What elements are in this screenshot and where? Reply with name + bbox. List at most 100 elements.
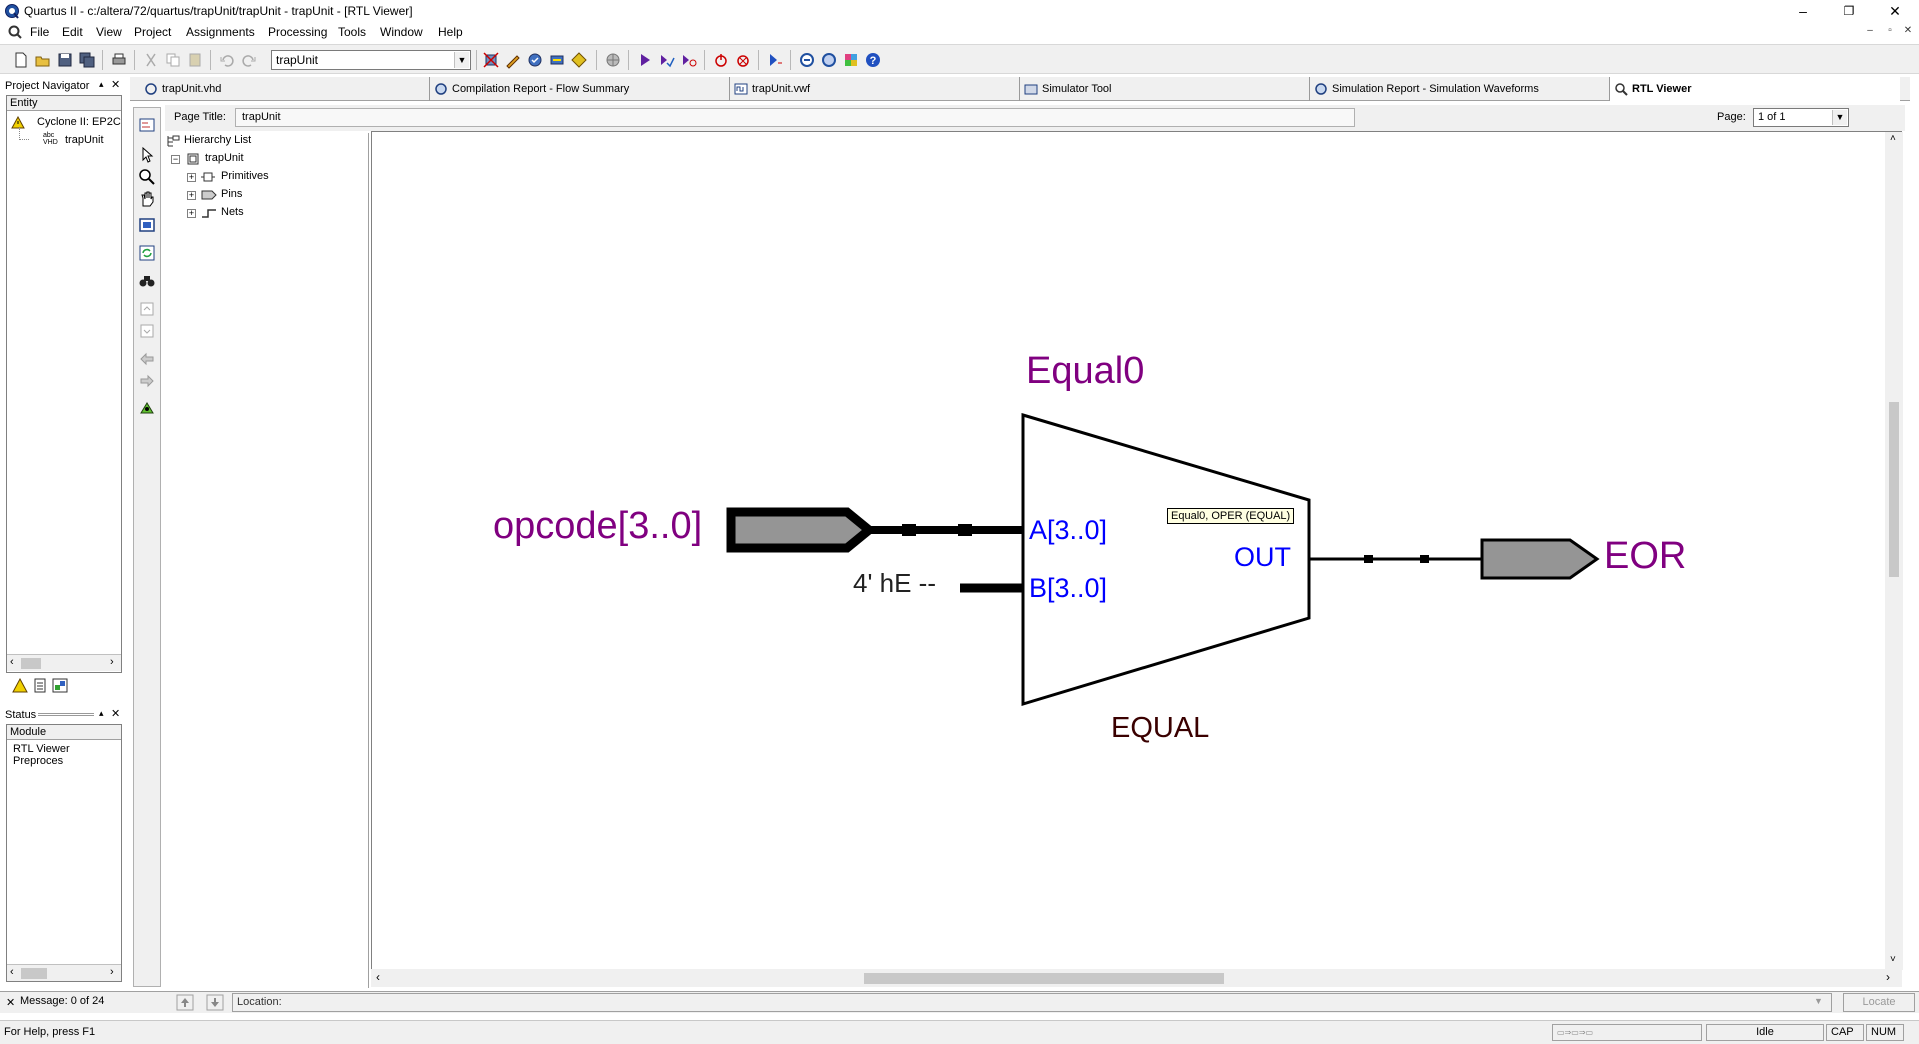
menu-help[interactable]: Help (438, 25, 463, 39)
save-icon[interactable] (56, 51, 74, 69)
status-horizontal-scrollbar[interactable]: ‹ › (7, 964, 121, 981)
entity-column-header[interactable]: Entity (7, 96, 121, 111)
collapse-icon[interactable]: − (171, 155, 180, 164)
scroll-up-icon[interactable]: ˄ (1890, 133, 1896, 144)
mdi-child-icon[interactable] (8, 25, 22, 39)
panel-pin-icon[interactable]: ▴ (99, 79, 104, 90)
mdi-close-button[interactable]: ✕ (1900, 25, 1916, 39)
hierarchy-item-nets[interactable]: + Nets (183, 205, 363, 221)
help-icon[interactable]: ? (864, 51, 882, 69)
scroll-thumb[interactable] (864, 973, 1224, 984)
tab-trapunit-vwf[interactable]: trapUnit.vwf (730, 77, 1020, 101)
analysis-synthesis-icon[interactable] (658, 51, 676, 69)
menu-project[interactable]: Project (134, 25, 171, 39)
start-compilation-icon[interactable] (636, 51, 654, 69)
chevron-down-icon[interactable]: ▼ (1832, 110, 1847, 125)
tab-compilation-report[interactable]: Compilation Report - Flow Summary (430, 77, 730, 101)
open-folder-icon[interactable] (34, 51, 52, 69)
redo-icon[interactable] (240, 51, 258, 69)
forward-icon[interactable] (138, 372, 156, 390)
signaltap-icon[interactable] (820, 51, 838, 69)
scroll-thumb[interactable] (21, 658, 41, 669)
hierarchy-up-icon[interactable] (138, 300, 156, 318)
restore-button[interactable]: ❐ (1826, 0, 1872, 22)
cut-icon[interactable] (142, 51, 160, 69)
scroll-right-icon[interactable]: › (1886, 970, 1890, 984)
panel-close-icon[interactable]: ✕ (111, 78, 120, 91)
design-units-tab-icon[interactable] (52, 678, 68, 693)
entity-tree-item[interactable]: abc VHD trapUnit (19, 127, 119, 149)
canvas-vertical-scrollbar[interactable]: ˄ ˅ (1885, 132, 1903, 970)
save-all-icon[interactable] (78, 51, 96, 69)
page-title-field[interactable]: trapUnit (235, 108, 1355, 127)
hierarchy-down-icon[interactable] (138, 322, 156, 340)
paste-icon[interactable] (186, 51, 204, 69)
scroll-right-icon[interactable]: › (110, 656, 114, 668)
locate-button[interactable]: Locate (1843, 993, 1915, 1012)
hierarchy-item-primitives[interactable]: + Primitives (183, 169, 363, 185)
menu-view[interactable]: View (96, 25, 122, 39)
settings-icon[interactable] (548, 51, 566, 69)
page-select[interactable]: 1 of 1 ▼ (1753, 108, 1849, 127)
refresh-icon[interactable] (138, 244, 156, 262)
menu-processing[interactable]: Processing (268, 25, 327, 39)
copy-icon[interactable] (164, 51, 182, 69)
fit-in-window-icon[interactable] (138, 216, 156, 234)
files-tab-icon[interactable] (32, 678, 48, 693)
scroll-right-icon[interactable]: › (110, 966, 114, 978)
rtl-viewer-icon[interactable] (138, 116, 156, 134)
message-close-icon[interactable]: ✕ (6, 996, 15, 1009)
stop-simulation-icon[interactable] (734, 51, 752, 69)
close-button[interactable]: ✕ (1872, 0, 1918, 22)
location-field[interactable]: Location: ▼ (232, 993, 1832, 1012)
tab-rtl-viewer[interactable]: RTL Viewer (1610, 77, 1900, 101)
mdi-minimize-button[interactable]: – (1862, 25, 1878, 39)
panel-pin-icon[interactable]: ▴ (99, 708, 104, 719)
zoom-tool-icon[interactable] (138, 168, 156, 186)
input-pin-opcode[interactable] (726, 507, 877, 553)
hierarchy-item-pins[interactable]: + Pins (183, 187, 363, 203)
tab-simulation-report[interactable]: Simulation Report - Simulation Waveforms (1310, 77, 1610, 101)
undo-icon[interactable] (218, 51, 236, 69)
find-icon[interactable] (138, 272, 156, 290)
expand-icon[interactable]: + (187, 209, 196, 218)
module-column-header[interactable]: Module (7, 725, 121, 740)
menu-tools[interactable]: Tools (338, 25, 366, 39)
chip-planner-icon[interactable] (482, 51, 500, 69)
scroll-left-icon[interactable]: ‹ (376, 970, 380, 984)
tab-simulator-tool[interactable]: Simulator Tool (1020, 77, 1310, 101)
menu-edit[interactable]: Edit (62, 25, 83, 39)
chevron-down-icon[interactable]: ▼ (454, 52, 469, 68)
hand-tool-icon[interactable] (138, 190, 156, 208)
new-file-icon[interactable] (12, 51, 30, 69)
stop-icon[interactable] (712, 51, 730, 69)
megawizard-icon[interactable] (842, 51, 860, 69)
menu-file[interactable]: File (30, 25, 49, 39)
expand-icon[interactable]: + (187, 173, 196, 182)
scroll-thumb[interactable] (1889, 402, 1899, 577)
run-simulation-icon[interactable] (766, 51, 784, 69)
back-icon[interactable] (138, 350, 156, 368)
hierarchy-tab-icon[interactable] (12, 678, 28, 693)
design-partitions-icon[interactable] (570, 51, 588, 69)
scroll-down-icon[interactable]: ˅ (1890, 954, 1896, 965)
panel-close-icon[interactable]: ✕ (111, 707, 120, 720)
print-icon[interactable] (110, 51, 128, 69)
minimize-button[interactable]: – (1780, 0, 1826, 22)
canvas-horizontal-scrollbar[interactable]: ‹ › (371, 969, 1902, 987)
globe-icon[interactable] (604, 51, 622, 69)
menu-window[interactable]: Window (380, 25, 423, 39)
expand-icon[interactable]: + (187, 191, 196, 200)
programmer-icon[interactable] (798, 51, 816, 69)
selection-tool-icon[interactable] (138, 146, 156, 164)
locate-icon[interactable] (138, 398, 156, 416)
hierarchy-item-trapunit[interactable]: − trapUnit (167, 151, 367, 167)
entity-select[interactable]: trapUnit ▼ (271, 50, 471, 70)
scroll-left-icon[interactable]: ‹ (10, 966, 14, 978)
mdi-restore-button[interactable]: ▫ (1882, 25, 1898, 39)
next-message-icon[interactable] (206, 994, 224, 1011)
timing-analysis-icon[interactable] (680, 51, 698, 69)
pin-planner-icon[interactable] (504, 51, 522, 69)
previous-message-icon[interactable] (176, 994, 194, 1011)
chevron-down-icon[interactable]: ▼ (1814, 996, 1823, 1006)
